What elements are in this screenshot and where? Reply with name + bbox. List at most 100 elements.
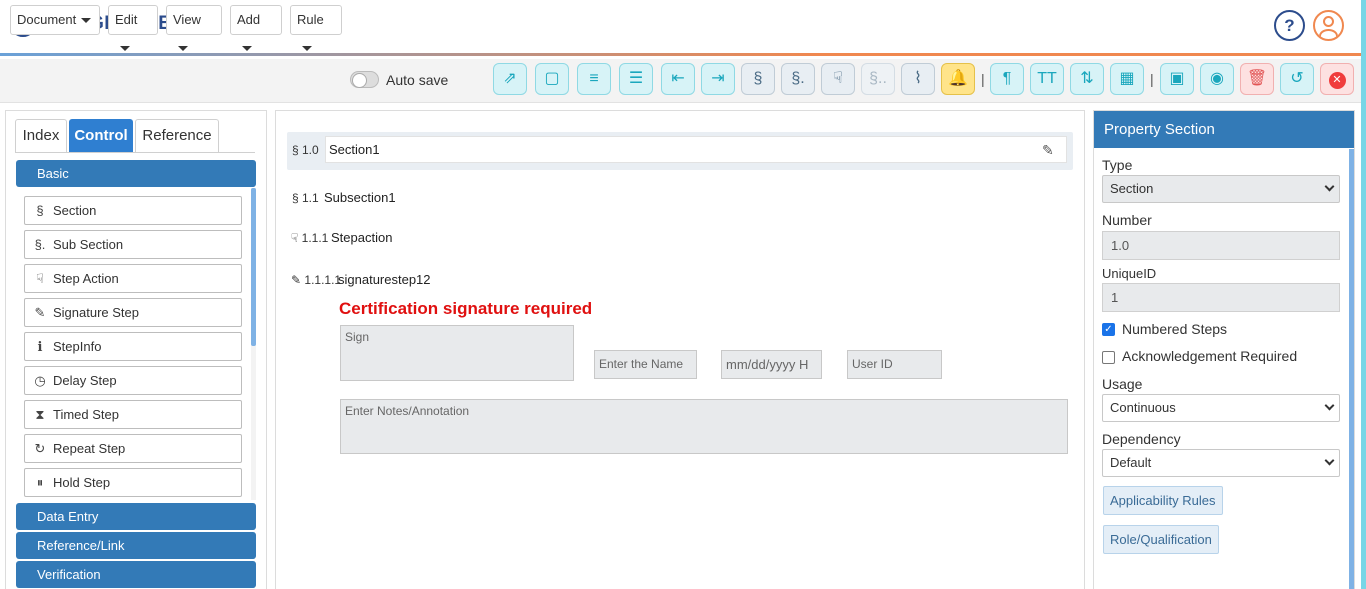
calendar-icon[interactable]: ▦: [1110, 63, 1144, 95]
property-scrollbar[interactable]: [1349, 149, 1354, 589]
notes-textarea[interactable]: Enter Notes/Annotation: [340, 399, 1068, 454]
control-signature-step[interactable]: ✎ Signature Step: [24, 298, 242, 327]
caret-down-icon: [178, 46, 188, 52]
hourglass-icon: ⧗: [35, 407, 45, 422]
stepaction-title[interactable]: Stepaction: [331, 230, 392, 245]
tab-reference[interactable]: Reference: [135, 119, 219, 152]
type-select[interactable]: Section: [1102, 175, 1340, 203]
tab-index[interactable]: Index: [15, 119, 67, 152]
menu-view[interactable]: View: [166, 5, 222, 52]
name-input[interactable]: Enter the Name: [594, 350, 697, 379]
role-qualification-button[interactable]: Role/Qualification: [1103, 525, 1219, 554]
image-icon[interactable]: ▣: [1160, 63, 1194, 95]
date-input[interactable]: mm/dd/yyyy H: [721, 350, 822, 379]
certification-warning: Certification signature required: [339, 299, 593, 318]
userid-input[interactable]: User ID: [847, 350, 942, 379]
menu-rule[interactable]: Rule: [290, 5, 342, 52]
menu-document[interactable]: Document: [10, 5, 100, 35]
toolbar-separator: |: [1150, 71, 1154, 87]
control-stepinfo[interactable]: i StepInfo: [24, 332, 242, 361]
category-data-entry[interactable]: Data Entry: [16, 503, 256, 530]
control-repeat-step[interactable]: ↻ Repeat Step: [24, 434, 242, 463]
control-sub-section[interactable]: §. Sub Section: [24, 230, 242, 259]
preview-icon[interactable]: ◉: [1200, 63, 1234, 95]
section-number: § 1.0: [292, 143, 319, 157]
caret-down-icon: [81, 18, 92, 24]
chevron-down-icon: [1324, 400, 1335, 411]
close-icon[interactable]: ✕: [1320, 63, 1354, 95]
usage-select[interactable]: Continuous: [1102, 394, 1340, 422]
section-icon[interactable]: §: [741, 63, 775, 95]
type-label: Type: [1102, 157, 1133, 173]
numbered-steps-checkbox[interactable]: ✓: [1102, 323, 1115, 336]
step-action-icon: ☟: [36, 271, 44, 286]
edit-icon[interactable]: ✎: [1042, 142, 1054, 159]
pause-icon: ⏸: [36, 475, 44, 490]
applicability-rules-button[interactable]: Applicability Rules: [1103, 486, 1223, 515]
category-reference-link[interactable]: Reference/Link: [16, 532, 256, 559]
dependency-select[interactable]: Default: [1102, 449, 1340, 477]
info-icon: i: [37, 340, 43, 355]
numbered-steps-label: Numbered Steps: [1122, 321, 1228, 337]
delete-icon[interactable]: 🗑: [1240, 63, 1274, 95]
step-action-icon[interactable]: ☟: [821, 63, 855, 95]
control-step-action[interactable]: ☟ Step Action: [24, 264, 242, 293]
control-delay-step[interactable]: ◷ Delay Step: [24, 366, 242, 395]
number-label: Number: [1102, 212, 1152, 228]
sub-section-icon: §.: [34, 237, 46, 252]
subsection-title[interactable]: Subsection1: [324, 190, 396, 205]
dependency-label: Dependency: [1102, 431, 1181, 447]
pencil-icon: ✎: [34, 305, 46, 320]
autosave-label: Auto save: [386, 72, 449, 88]
window-edge: [1361, 0, 1366, 589]
usage-label: Usage: [1102, 376, 1143, 392]
control-section[interactable]: § Section: [24, 196, 242, 225]
controls-scrollbar[interactable]: [251, 188, 256, 500]
number-input[interactable]: 1.0: [1102, 231, 1340, 260]
signaturestep-number: ✎ 1.1.1.1: [291, 273, 342, 287]
chevron-down-icon: [1324, 455, 1335, 466]
user-icon: [1323, 16, 1334, 27]
sort-icon[interactable]: ⇅: [1070, 63, 1104, 95]
caret-down-icon: [120, 46, 130, 52]
caret-down-icon: [242, 46, 252, 52]
acknowledgement-checkbox[interactable]: [1102, 351, 1115, 364]
help-button[interactable]: ?: [1274, 10, 1305, 41]
bullet-list-icon[interactable]: ☰: [619, 63, 653, 95]
uniqueid-label: UniqueID: [1102, 266, 1157, 281]
uniqueid-input[interactable]: 1: [1102, 283, 1340, 312]
signaturestep-title[interactable]: signaturestep12: [338, 272, 431, 287]
menu-add[interactable]: Add: [230, 5, 282, 52]
acknowledgement-label: Acknowledgement Required: [1122, 348, 1298, 364]
subsection-number: § 1.1: [292, 191, 319, 205]
indent-increase-icon[interactable]: ⇥: [701, 63, 735, 95]
numbered-list-icon[interactable]: ≡: [577, 63, 611, 95]
paragraph-icon[interactable]: ¶: [990, 63, 1024, 95]
stepaction-number: ☟ 1.1.1: [291, 231, 329, 245]
user-profile-button[interactable]: [1313, 10, 1344, 41]
clock-icon: ◷: [34, 373, 46, 388]
section-icon: §: [36, 203, 44, 218]
control-timed-step[interactable]: ⧗ Timed Step: [24, 400, 242, 429]
attachment-icon[interactable]: ⌇: [901, 63, 935, 95]
section-more-icon[interactable]: §..: [861, 63, 895, 95]
undo-icon[interactable]: ↺: [1280, 63, 1314, 95]
note-icon[interactable]: ▢: [535, 63, 569, 95]
toolbar-separator: |: [981, 71, 985, 87]
sign-field[interactable]: Sign: [340, 325, 574, 381]
control-hold-step[interactable]: ⏸ Hold Step: [24, 468, 242, 497]
tab-control[interactable]: Control: [69, 119, 133, 152]
alert-icon[interactable]: 🔔: [941, 63, 975, 95]
category-verification[interactable]: Verification: [16, 561, 256, 588]
property-header: Property Section: [1094, 111, 1354, 148]
export-icon[interactable]: ⇗: [493, 63, 527, 95]
category-basic[interactable]: Basic: [16, 160, 256, 187]
indent-decrease-icon[interactable]: ⇤: [661, 63, 695, 95]
section-title-input[interactable]: Section1: [325, 136, 1067, 163]
chevron-down-icon: [1324, 181, 1335, 192]
menu-edit[interactable]: Edit: [108, 5, 158, 52]
autosave-toggle[interactable]: [350, 71, 379, 88]
sub-section-icon[interactable]: §.: [781, 63, 815, 95]
text-size-icon[interactable]: TT: [1030, 63, 1064, 95]
repeat-icon: ↻: [34, 441, 46, 456]
